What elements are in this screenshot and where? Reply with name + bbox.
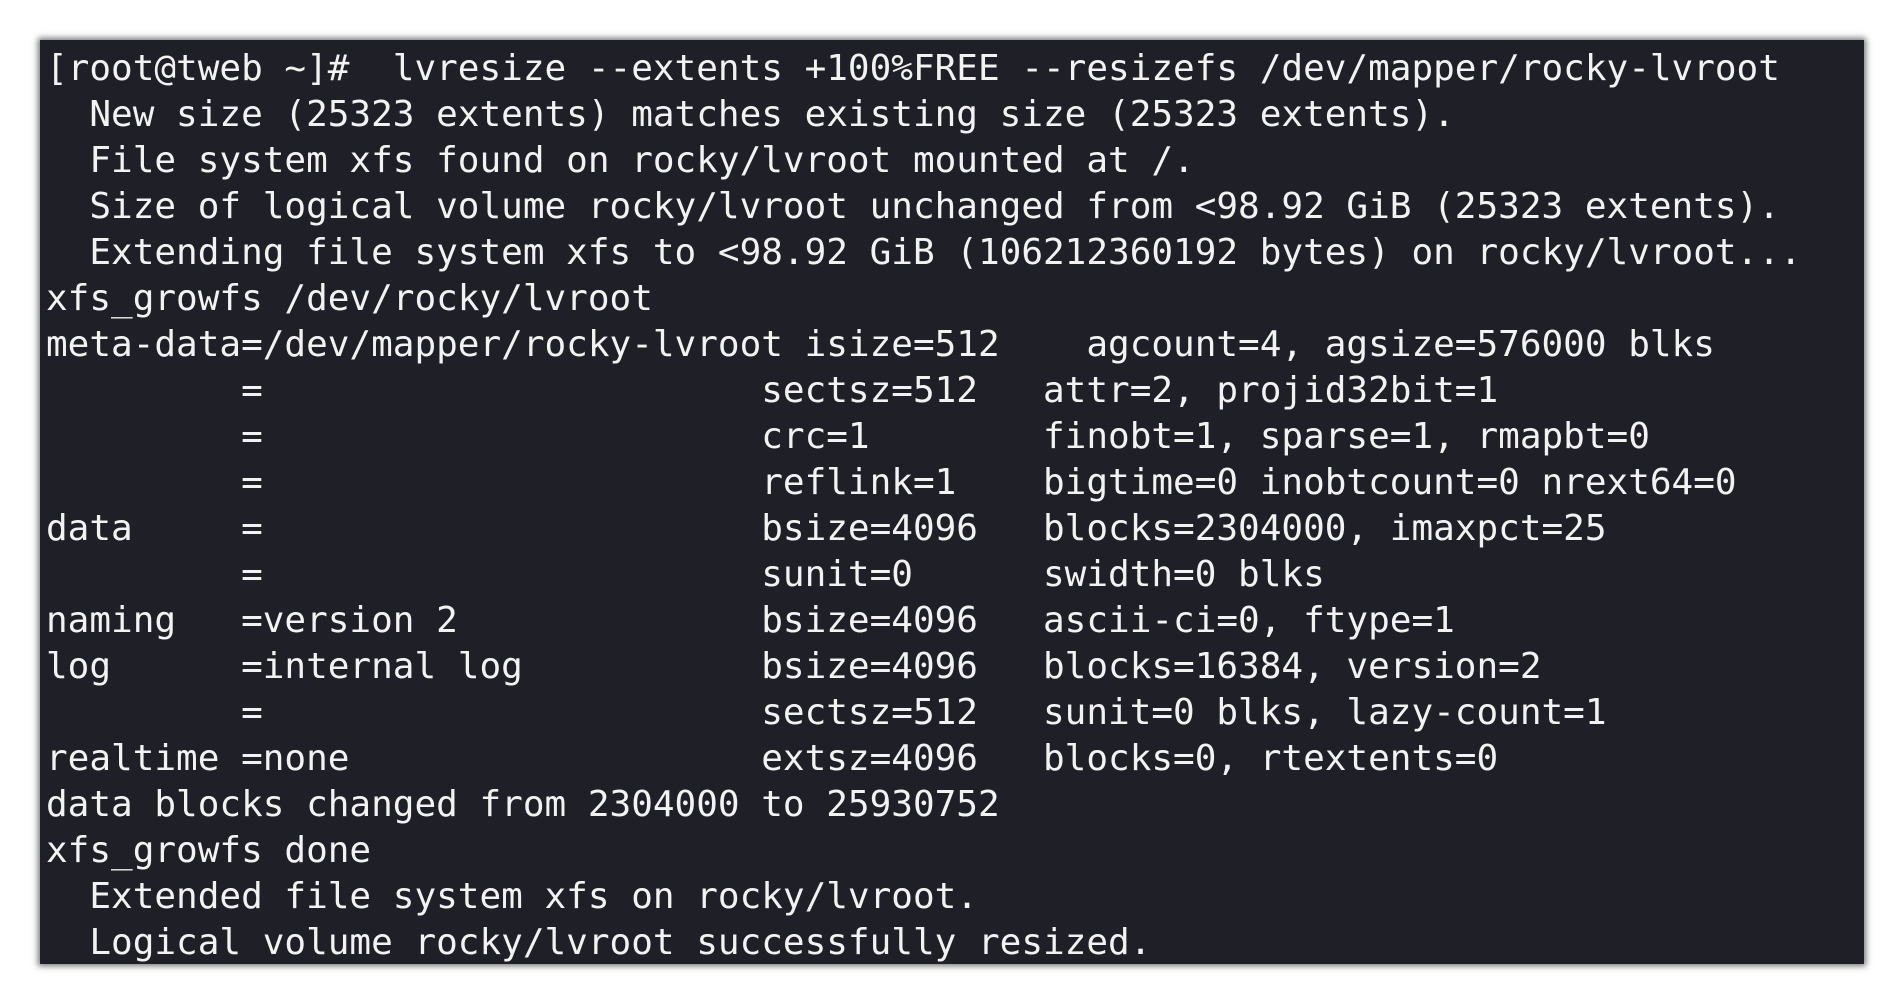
output-line: xfs_growfs done <box>46 830 372 871</box>
output-line: log =internal log bsize=4096 blocks=1638… <box>46 646 1542 687</box>
output-line: meta-data=/dev/mapper/rocky-lvroot isize… <box>46 324 1715 365</box>
output-line: naming =version 2 bsize=4096 ascii-ci=0,… <box>46 600 1455 641</box>
output-line: data = bsize=4096 blocks=2304000, imaxpc… <box>46 508 1607 549</box>
output-line: xfs_growfs /dev/rocky/lvroot <box>46 278 653 319</box>
terminal-window[interactable]: [root@tweb ~]# lvresize --extents +100%F… <box>40 40 1864 964</box>
output-line: = sectsz=512 sunit=0 blks, lazy-count=1 <box>46 692 1607 733</box>
output-line: Size of logical volume rocky/lvroot unch… <box>46 186 1780 227</box>
output-line: Extending file system xfs to <98.92 GiB … <box>46 232 1802 273</box>
output-line: = sectsz=512 attr=2, projid32bit=1 <box>46 370 1499 411</box>
command-text: lvresize --extents +100%FREE --resizefs … <box>371 48 1780 89</box>
output-line: data blocks changed from 2304000 to 2593… <box>46 784 1000 825</box>
output-line: realtime =none extsz=4096 blocks=0, rtex… <box>46 738 1499 779</box>
output-line: = crc=1 finobt=1, sparse=1, rmapbt=0 <box>46 416 1650 457</box>
output-line: File system xfs found on rocky/lvroot mo… <box>46 140 1195 181</box>
output-line: = reflink=1 bigtime=0 inobtcount=0 nrext… <box>46 462 1737 503</box>
command-line: [root@tweb ~]# lvresize --extents +100%F… <box>46 46 1864 92</box>
shell-prompt: [root@tweb ~]# <box>46 48 372 89</box>
output-line: Logical volume rocky/lvroot successfully… <box>46 922 1152 963</box>
output-line: Extended file system xfs on rocky/lvroot… <box>46 876 978 917</box>
output-line: = sunit=0 swidth=0 blks <box>46 554 1325 595</box>
output-line: New size (25323 extents) matches existin… <box>46 94 1455 135</box>
